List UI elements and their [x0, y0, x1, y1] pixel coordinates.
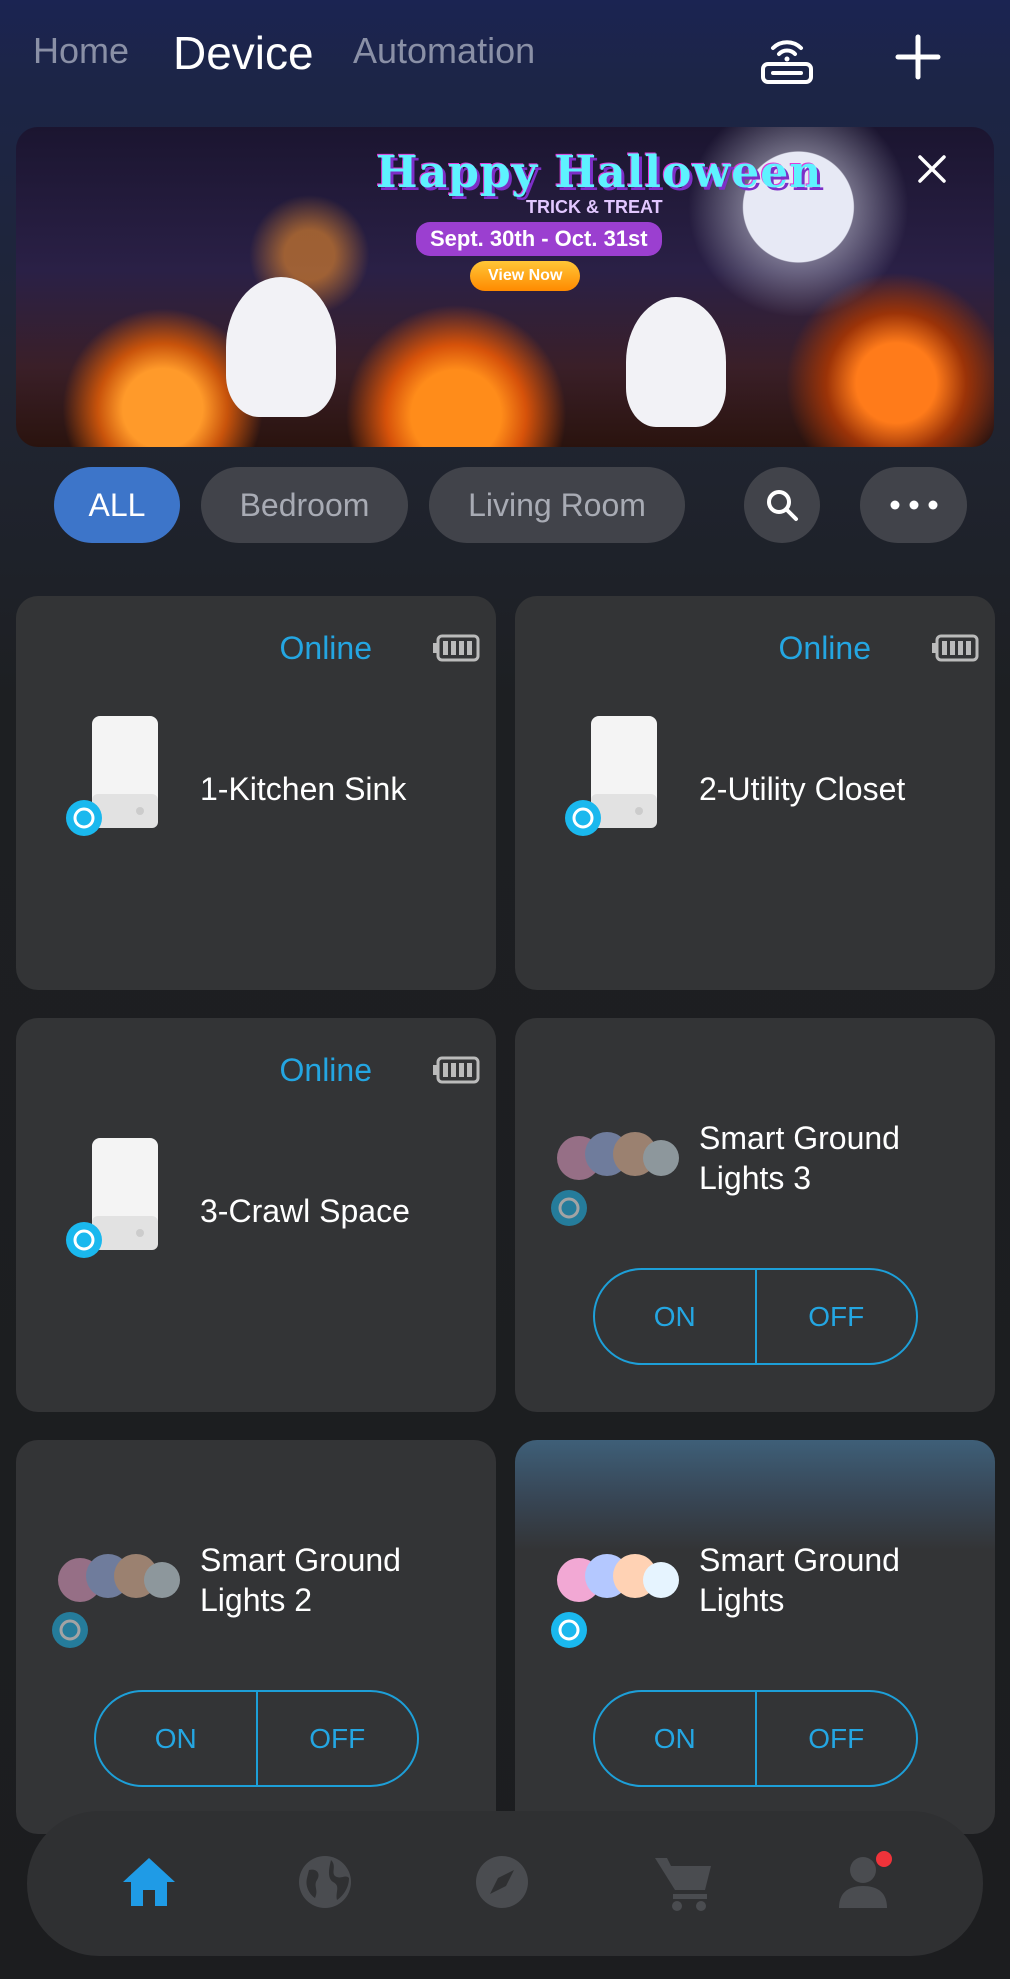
ground-lights-image: [52, 1554, 180, 1648]
halloween-banner[interactable]: Happy Halloween TRICK & TREAT Sept. 30th…: [16, 127, 994, 447]
notification-dot: [876, 1851, 892, 1867]
filter-chip-all[interactable]: ALL: [54, 467, 180, 543]
gateway-icon[interactable]: [752, 22, 822, 92]
device-card[interactable]: Online 2-Utility Closet: [515, 596, 995, 990]
leak-sensor-image: [66, 716, 158, 836]
on-button[interactable]: ON: [595, 1270, 755, 1363]
leak-sensor-image: [66, 1138, 158, 1258]
power-toggle: ON OFF: [593, 1690, 918, 1787]
device-card[interactable]: Online 3-Crawl Space: [16, 1018, 496, 1412]
off-button[interactable]: OFF: [757, 1692, 917, 1785]
off-button[interactable]: OFF: [258, 1692, 418, 1785]
on-button[interactable]: ON: [96, 1692, 256, 1785]
tab-home[interactable]: Home: [33, 30, 129, 72]
more-icon: [890, 500, 937, 510]
bottom-nav: [27, 1811, 983, 1956]
home-icon[interactable]: [114, 1847, 184, 1917]
globe-icon[interactable]: [290, 1847, 360, 1917]
device-name: 3-Crawl Space: [200, 1193, 410, 1229]
power-toggle: ON OFF: [94, 1690, 419, 1787]
more-button[interactable]: [860, 467, 967, 543]
device-name: 2-Utility Closet: [699, 771, 906, 807]
search-button[interactable]: [744, 467, 820, 543]
banner-subtitle: TRICK & TREAT: [526, 197, 663, 217]
leak-sensor-image: [565, 716, 657, 836]
device-card[interactable]: Smart Ground Lights ON OFF: [515, 1440, 995, 1834]
banner-dates: Sept. 30th - Oct. 31st: [416, 222, 662, 256]
on-button[interactable]: ON: [595, 1692, 755, 1785]
device-name: Smart Ground Lights: [699, 1542, 900, 1618]
device-name: 1-Kitchen Sink: [200, 771, 407, 807]
filter-chip-living-room[interactable]: Living Room: [429, 467, 685, 543]
close-icon[interactable]: [914, 151, 950, 187]
tab-device[interactable]: Device: [173, 26, 314, 80]
power-toggle: ON OFF: [593, 1268, 918, 1365]
device-card[interactable]: Online 1-Kitchen Sink: [16, 596, 496, 990]
ground-lights-image: [551, 1554, 679, 1648]
ghost-illustration: [226, 277, 336, 417]
ground-lights-image: [551, 1132, 679, 1226]
device-card[interactable]: Smart Ground Lights 3 ON OFF: [515, 1018, 995, 1412]
banner-title: Happy Halloween: [376, 147, 823, 198]
device-card[interactable]: Smart Ground Lights 2 ON OFF: [16, 1440, 496, 1834]
device-name: Smart Ground Lights 2: [200, 1542, 401, 1618]
status-label: Online: [778, 630, 872, 666]
battery-icon: [932, 634, 979, 662]
off-button[interactable]: OFF: [757, 1270, 917, 1363]
battery-icon: [433, 1056, 480, 1084]
view-now-button[interactable]: View Now: [470, 261, 581, 291]
cart-icon[interactable]: [648, 1847, 718, 1917]
filter-chip-bedroom[interactable]: Bedroom: [201, 467, 408, 543]
status-label: Online: [279, 1052, 373, 1088]
tab-automation[interactable]: Automation: [353, 30, 535, 72]
search-icon: [767, 490, 798, 521]
plus-icon[interactable]: [883, 22, 953, 92]
ghost-illustration: [626, 297, 726, 427]
device-name: Smart Ground Lights 3: [699, 1120, 900, 1196]
status-label: Online: [279, 630, 373, 666]
compass-icon[interactable]: [467, 1847, 537, 1917]
top-bar: Home Device Automation: [0, 0, 1010, 115]
user-icon[interactable]: [828, 1847, 898, 1917]
battery-icon: [433, 634, 480, 662]
